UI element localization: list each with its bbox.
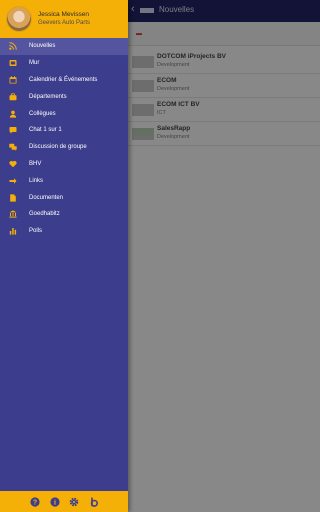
wall-icon: [9, 59, 17, 67]
person-icon: [9, 110, 17, 118]
menu-item-calendrier[interactable]: Calendrier & Événements: [0, 72, 128, 89]
menu-item-bhv[interactable]: BHV: [0, 156, 128, 173]
drawer-header[interactable]: Jessica Mevissen Geevers Auto Parts: [0, 0, 128, 38]
settings-icon[interactable]: [68, 496, 79, 507]
document-icon: [9, 193, 17, 202]
calendar-icon: [9, 76, 17, 84]
menu-item-polls[interactable]: Polls: [0, 223, 128, 240]
menu-item-label: Goedhabitz: [29, 211, 60, 218]
menu-item-label: Polls: [29, 228, 43, 235]
menu-item-label: Calendrier & Événements: [29, 76, 98, 83]
user-company: Geevers Auto Parts: [38, 20, 91, 26]
menu-item-label: Links: [29, 177, 44, 184]
menu-item-chat[interactable]: Chat 1 sur 1: [0, 122, 128, 139]
link-icon: [9, 177, 17, 185]
institution-icon: [9, 210, 17, 218]
avatar[interactable]: [6, 6, 32, 32]
heart-icon: [9, 160, 17, 168]
help-icon[interactable]: ?: [29, 496, 40, 507]
user-name: Jessica Mevissen: [38, 11, 89, 18]
menu-item-label: Départements: [29, 93, 67, 100]
menu-item-documenten[interactable]: Documenten: [0, 189, 128, 206]
drawer-menu: Nouvelles Mur Calendrier & Événements Dé…: [0, 38, 128, 240]
menu-item-departements[interactable]: Départements: [0, 88, 128, 105]
menu-item-label: Documenten: [29, 194, 64, 201]
menu-item-goedhabitz[interactable]: Goedhabitz: [0, 206, 128, 223]
briefcase-icon: [9, 93, 17, 101]
drawer-footer: ? i: [0, 491, 128, 512]
brand-b-icon[interactable]: [88, 496, 99, 507]
menu-item-nouvelles[interactable]: Nouvelles: [0, 38, 128, 55]
menu-item-collegues[interactable]: Collègues: [0, 105, 128, 122]
menu-item-label: Mur: [29, 60, 40, 67]
menu-item-mur[interactable]: Mur: [0, 55, 128, 72]
chat-icon: [9, 126, 17, 134]
svg-text:i: i: [54, 498, 56, 506]
menu-item-label: Collègues: [29, 110, 56, 117]
menu-item-label: Discussion de groupe: [29, 144, 87, 151]
menu-item-links[interactable]: Links: [0, 172, 128, 189]
rss-icon: [9, 42, 17, 51]
info-icon[interactable]: i: [49, 496, 60, 507]
menu-item-discussion[interactable]: Discussion de groupe: [0, 139, 128, 156]
menu-item-label: Nouvelles: [29, 43, 56, 50]
menu-item-label: Chat 1 sur 1: [29, 127, 62, 134]
group-chat-icon: [9, 143, 17, 151]
navigation-drawer: Jessica Mevissen Geevers Auto Parts Nouv…: [0, 0, 128, 512]
bar-chart-icon: [9, 227, 17, 235]
menu-item-label: BHV: [29, 160, 42, 167]
svg-text:?: ?: [32, 499, 36, 506]
